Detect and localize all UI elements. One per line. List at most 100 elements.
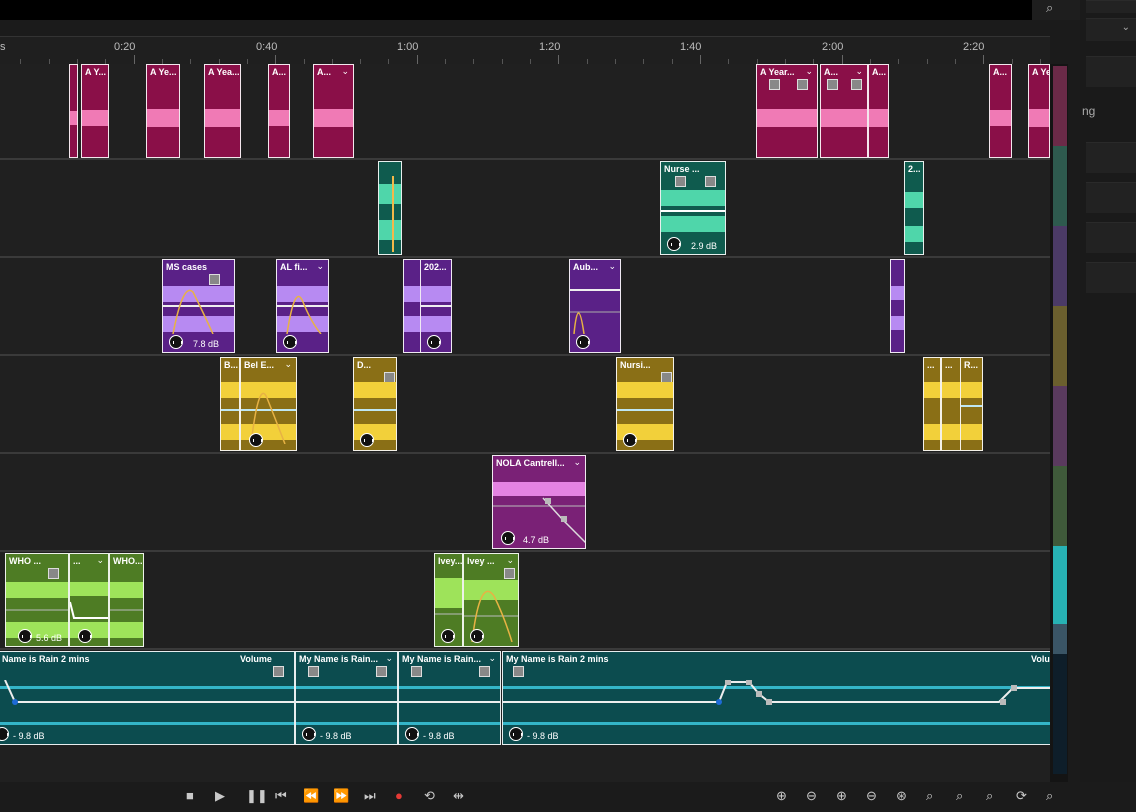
clip-effects-icon[interactable] (249, 433, 263, 447)
zoom-full-icon[interactable]: ⊛ (896, 788, 907, 804)
stop-icon[interactable]: ■ (186, 788, 194, 803)
chevron-down-icon[interactable]: ⌄ (96, 555, 104, 566)
chevron-down-icon[interactable]: ⌄ (855, 66, 863, 77)
panel-field[interactable] (1086, 222, 1136, 253)
chevron-down-icon[interactable]: ⌄ (385, 653, 393, 664)
music-clip[interactable]: Name is Rain 2 mins Volume - 9.8 dB (0, 651, 295, 745)
audio-clip[interactable]: A Ye (1028, 64, 1050, 158)
fade-out-icon[interactable] (705, 176, 716, 187)
music-clip[interactable]: My Name is Rain... ⌄ - 9.8 dB (398, 651, 501, 745)
music-clip[interactable]: My Name is Rain... ⌄ - 9.8 dB (295, 651, 398, 745)
zoom-out-time-icon[interactable]: ⊖ (866, 788, 877, 804)
audio-clip[interactable]: A Y... (81, 64, 109, 158)
audio-clip[interactable]: A... (268, 64, 290, 158)
panel-dropdown[interactable]: ⌄ (1086, 18, 1136, 41)
zoom-in-out-icon[interactable]: ⌕ (956, 788, 963, 804)
record-icon[interactable]: ● (395, 788, 403, 803)
fade-out-icon[interactable] (479, 666, 490, 677)
audio-clip[interactable]: Aub... ⌄ (569, 259, 621, 353)
audio-clip[interactable]: Ivey... (434, 553, 463, 647)
clip-effects-icon[interactable] (441, 629, 455, 643)
play-icon[interactable]: ▶ (215, 788, 225, 804)
audio-clip[interactable]: WHO... (109, 553, 144, 647)
pause-icon[interactable]: ❚❚ (246, 788, 268, 804)
chevron-down-icon[interactable]: ⌄ (316, 261, 324, 272)
zoom-in-amplitude-icon[interactable]: ⊕ (776, 788, 787, 804)
audio-clip[interactable]: NOLA Cantrell... ⌄ 4.7 dB (492, 455, 586, 549)
clip-effects-icon[interactable] (0, 727, 9, 741)
track-color-strip[interactable] (1050, 64, 1068, 782)
zoom-tracks-icon[interactable]: ⌕ (1046, 788, 1053, 804)
audio-clip[interactable]: A... (989, 64, 1012, 158)
clip-effects-icon[interactable] (360, 433, 374, 447)
clip-effects-icon[interactable] (667, 237, 681, 251)
audio-clip[interactable] (69, 64, 78, 158)
fade-in-icon[interactable] (308, 666, 319, 677)
zoom-out-amplitude-icon[interactable]: ⊖ (806, 788, 817, 804)
zoom-in-time-icon[interactable]: ⊕ (836, 788, 847, 804)
fade-out-icon[interactable] (797, 79, 808, 90)
zoom-to-fit-icon[interactable]: ⌕ (986, 788, 993, 804)
audio-clip[interactable]: A Year... ⌄ (756, 64, 818, 158)
audio-clip[interactable] (890, 259, 905, 353)
audio-clip[interactable]: ... (941, 357, 961, 451)
zoom-to-selection-icon[interactable]: ⌕ (1046, 0, 1053, 16)
audio-clip[interactable]: A Ye... (146, 64, 180, 158)
fade-out-icon[interactable] (48, 568, 59, 579)
clip-effects-icon[interactable] (623, 433, 637, 447)
audio-clip[interactable]: Ivey ... ⌄ (463, 553, 519, 647)
audio-clip[interactable]: MS cases 7.8 dB (162, 259, 235, 353)
audio-clip[interactable]: A Yea... (204, 64, 241, 158)
audio-clip[interactable]: 202... (420, 259, 452, 353)
chevron-down-icon[interactable]: ⌄ (608, 261, 616, 272)
audio-clip[interactable]: ... (923, 357, 941, 451)
audio-clip[interactable] (403, 259, 421, 353)
chevron-down-icon[interactable]: ⌄ (573, 457, 581, 468)
chevron-down-icon[interactable]: ⌄ (805, 66, 813, 77)
audio-clip[interactable]: A... ⌄ (313, 64, 354, 158)
chevron-down-icon[interactable]: ⌄ (506, 555, 514, 566)
fade-out-icon[interactable] (851, 79, 862, 90)
panel-field[interactable] (1086, 262, 1136, 293)
clip-effects-icon[interactable] (501, 531, 515, 545)
chevron-down-icon[interactable]: ⌄ (341, 66, 349, 77)
timeline-tracks[interactable]: A Y... A Ye... A Yea... A... A... ⌄ A Ye… (0, 64, 1050, 782)
clip-effects-icon[interactable] (302, 727, 316, 741)
time-ruler[interactable]: s 0:20 0:40 1:00 1:20 1:40 2:00 2:20 (0, 36, 1050, 66)
rewind-icon[interactable]: ⏪ (303, 788, 319, 804)
clip-effects-icon[interactable] (283, 335, 297, 349)
fade-in-icon[interactable] (513, 666, 524, 677)
audio-clip[interactable]: D... (353, 357, 397, 451)
skip-to-start-icon[interactable]: ⏮ (275, 788, 287, 804)
audio-clip[interactable]: Nursi... (616, 357, 674, 451)
fade-in-icon[interactable] (769, 79, 780, 90)
audio-clip[interactable] (378, 161, 402, 255)
clip-effects-icon[interactable] (78, 629, 92, 643)
skip-selection-icon[interactable]: ⇹ (453, 788, 464, 804)
clip-effects-icon[interactable] (470, 629, 484, 643)
fade-out-icon[interactable] (376, 666, 387, 677)
audio-clip[interactable]: R... (960, 357, 983, 451)
music-clip[interactable]: My Name is Rain 2 mins Volu - 9.8 dB (502, 651, 1050, 745)
zoom-reset-icon[interactable]: ⟳ (1016, 788, 1027, 804)
fade-in-icon[interactable] (411, 666, 422, 677)
audio-clip[interactable]: WHO ... 5.6 dB (5, 553, 69, 647)
chevron-down-icon[interactable]: ⌄ (284, 359, 292, 370)
clip-effects-icon[interactable] (18, 629, 32, 643)
audio-clip[interactable]: Bel E... ⌄ (240, 357, 297, 451)
fade-out-icon[interactable] (273, 666, 284, 677)
panel-field[interactable] (1086, 142, 1136, 173)
audio-clip[interactable]: ... ⌄ (69, 553, 109, 647)
clip-effects-icon[interactable] (576, 335, 590, 349)
fast-forward-icon[interactable]: ⏩ (333, 788, 349, 804)
fade-in-icon[interactable] (827, 79, 838, 90)
skip-to-end-icon[interactable]: ⏭ (364, 788, 376, 804)
audio-clip[interactable]: AL fi... ⌄ (276, 259, 329, 353)
audio-clip[interactable]: A... ⌄ (820, 64, 868, 158)
audio-clip[interactable]: B... (220, 357, 240, 451)
fade-in-icon[interactable] (675, 176, 686, 187)
chevron-down-icon[interactable]: ⌄ (488, 653, 496, 664)
clip-effects-icon[interactable] (169, 335, 183, 349)
audio-clip[interactable]: A... (868, 64, 889, 158)
zoom-selection-icon[interactable]: ⌕ (926, 788, 933, 804)
